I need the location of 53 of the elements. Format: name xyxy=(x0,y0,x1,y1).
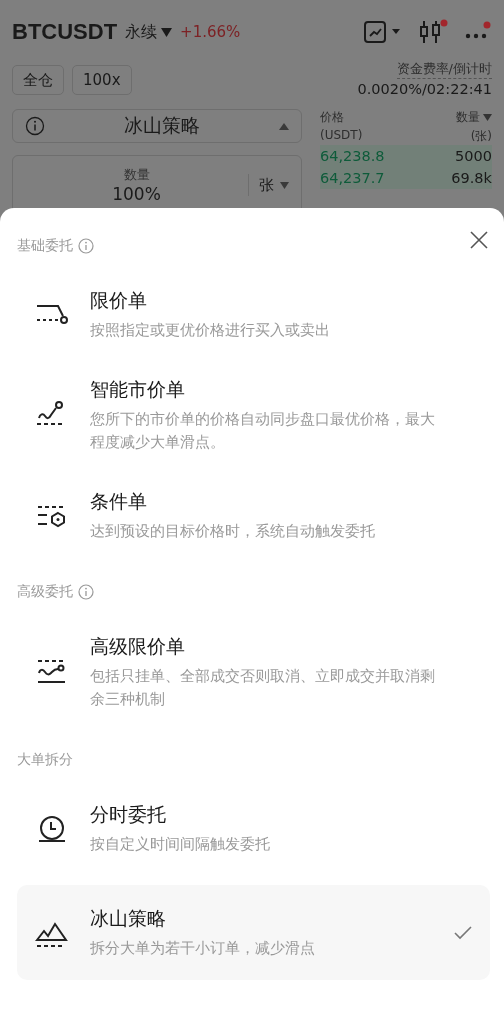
option-description: 达到预设的目标价格时，系统自动触发委托 xyxy=(90,522,376,541)
unit-dropdown[interactable]: 张 xyxy=(259,175,289,195)
ask-price: 64,237.7 xyxy=(320,170,385,186)
price-header: 价格 xyxy=(320,109,345,126)
leverage-button[interactable]: 100x xyxy=(72,65,132,95)
option-description: 按照指定或更优价格进行买入或卖出 xyxy=(90,321,331,340)
orderbook-row[interactable]: 64,237.7 69.8k xyxy=(320,167,492,189)
caret-icon xyxy=(483,114,492,121)
order-type-option[interactable]: 智能市价单 您所下的市价单的价格自动同步盘口最优价格，最大程度减少大单滑点。 xyxy=(17,359,490,471)
option-title: 冰山策略 xyxy=(90,906,167,931)
contract-type-dropdown[interactable]: 永续 xyxy=(125,21,173,43)
option-description: 拆分大单为若干小订单，减少滑点 xyxy=(90,939,316,958)
price-change: +1.66% xyxy=(180,23,241,41)
caret-icon xyxy=(280,181,289,189)
chart-icon[interactable] xyxy=(364,20,402,44)
orderbook-row[interactable]: 64,238.8 5000 xyxy=(320,145,492,167)
option-title: 智能市价单 xyxy=(90,377,186,402)
option-description: 包括只挂单、全部成交否则取消、立即成交并取消剩余三种机制 xyxy=(90,667,436,709)
info-icon[interactable] xyxy=(78,584,94,600)
option-title: 限价单 xyxy=(90,288,148,313)
quantity-header[interactable]: 数量 xyxy=(456,109,492,126)
margin-mode-button[interactable]: 全仓 xyxy=(12,65,64,95)
option-description: 按自定义时间间隔触发委托 xyxy=(90,835,271,854)
funding-rate-value: 0.0020%/02:22:41 xyxy=(357,81,492,97)
section-title: 大单拆分 xyxy=(17,751,73,769)
candlestick-icon[interactable] xyxy=(418,19,448,45)
funding-rate-label[interactable]: 资金费率/倒计时 xyxy=(396,60,492,79)
symbol-title[interactable]: BTCUSDT xyxy=(12,19,118,45)
checkmark-icon xyxy=(454,925,472,940)
ask-quantity: 69.8k xyxy=(451,170,492,186)
caret-icon xyxy=(161,27,173,37)
order-type-option[interactable]: 高级限价单 包括只挂单、全部成交否则取消、立即成交并取消剩余三种机制 xyxy=(17,616,490,728)
info-icon[interactable] xyxy=(25,116,45,136)
option-title: 高级限价单 xyxy=(90,634,186,659)
order-type-dropdown[interactable]: 冰山策略 xyxy=(12,109,302,143)
ask-price: 64,238.8 xyxy=(320,148,385,164)
option-description: 您所下的市价单的价格自动同步盘口最优价格，最大程度减少大单滑点。 xyxy=(90,410,436,452)
info-icon[interactable] xyxy=(78,238,94,254)
order-type-option[interactable]: 冰山策略 拆分大单为若干小订单，减少滑点 xyxy=(17,885,490,980)
quantity-value: 100% xyxy=(112,184,161,204)
order-type-option[interactable]: 限价单 按照指定或更优价格进行买入或卖出 xyxy=(17,270,490,359)
option-title: 条件单 xyxy=(90,489,148,514)
section-title: 高级委托 xyxy=(17,583,73,601)
quantity-unit: (张) xyxy=(470,128,492,145)
caret-icon xyxy=(279,122,289,130)
order-type-option[interactable]: 分时委托 按自定义时间间隔触发委托 xyxy=(17,784,490,873)
section-title: 基础委托 xyxy=(17,237,73,255)
option-title: 分时委托 xyxy=(90,802,167,827)
price-unit: (USDT) xyxy=(320,128,363,142)
close-icon[interactable] xyxy=(469,230,489,250)
order-type-option[interactable]: 条件单 达到预设的目标价格时，系统自动触发委托 xyxy=(17,471,490,560)
ask-quantity: 5000 xyxy=(455,148,492,164)
quantity-label: 数量 xyxy=(123,166,150,184)
